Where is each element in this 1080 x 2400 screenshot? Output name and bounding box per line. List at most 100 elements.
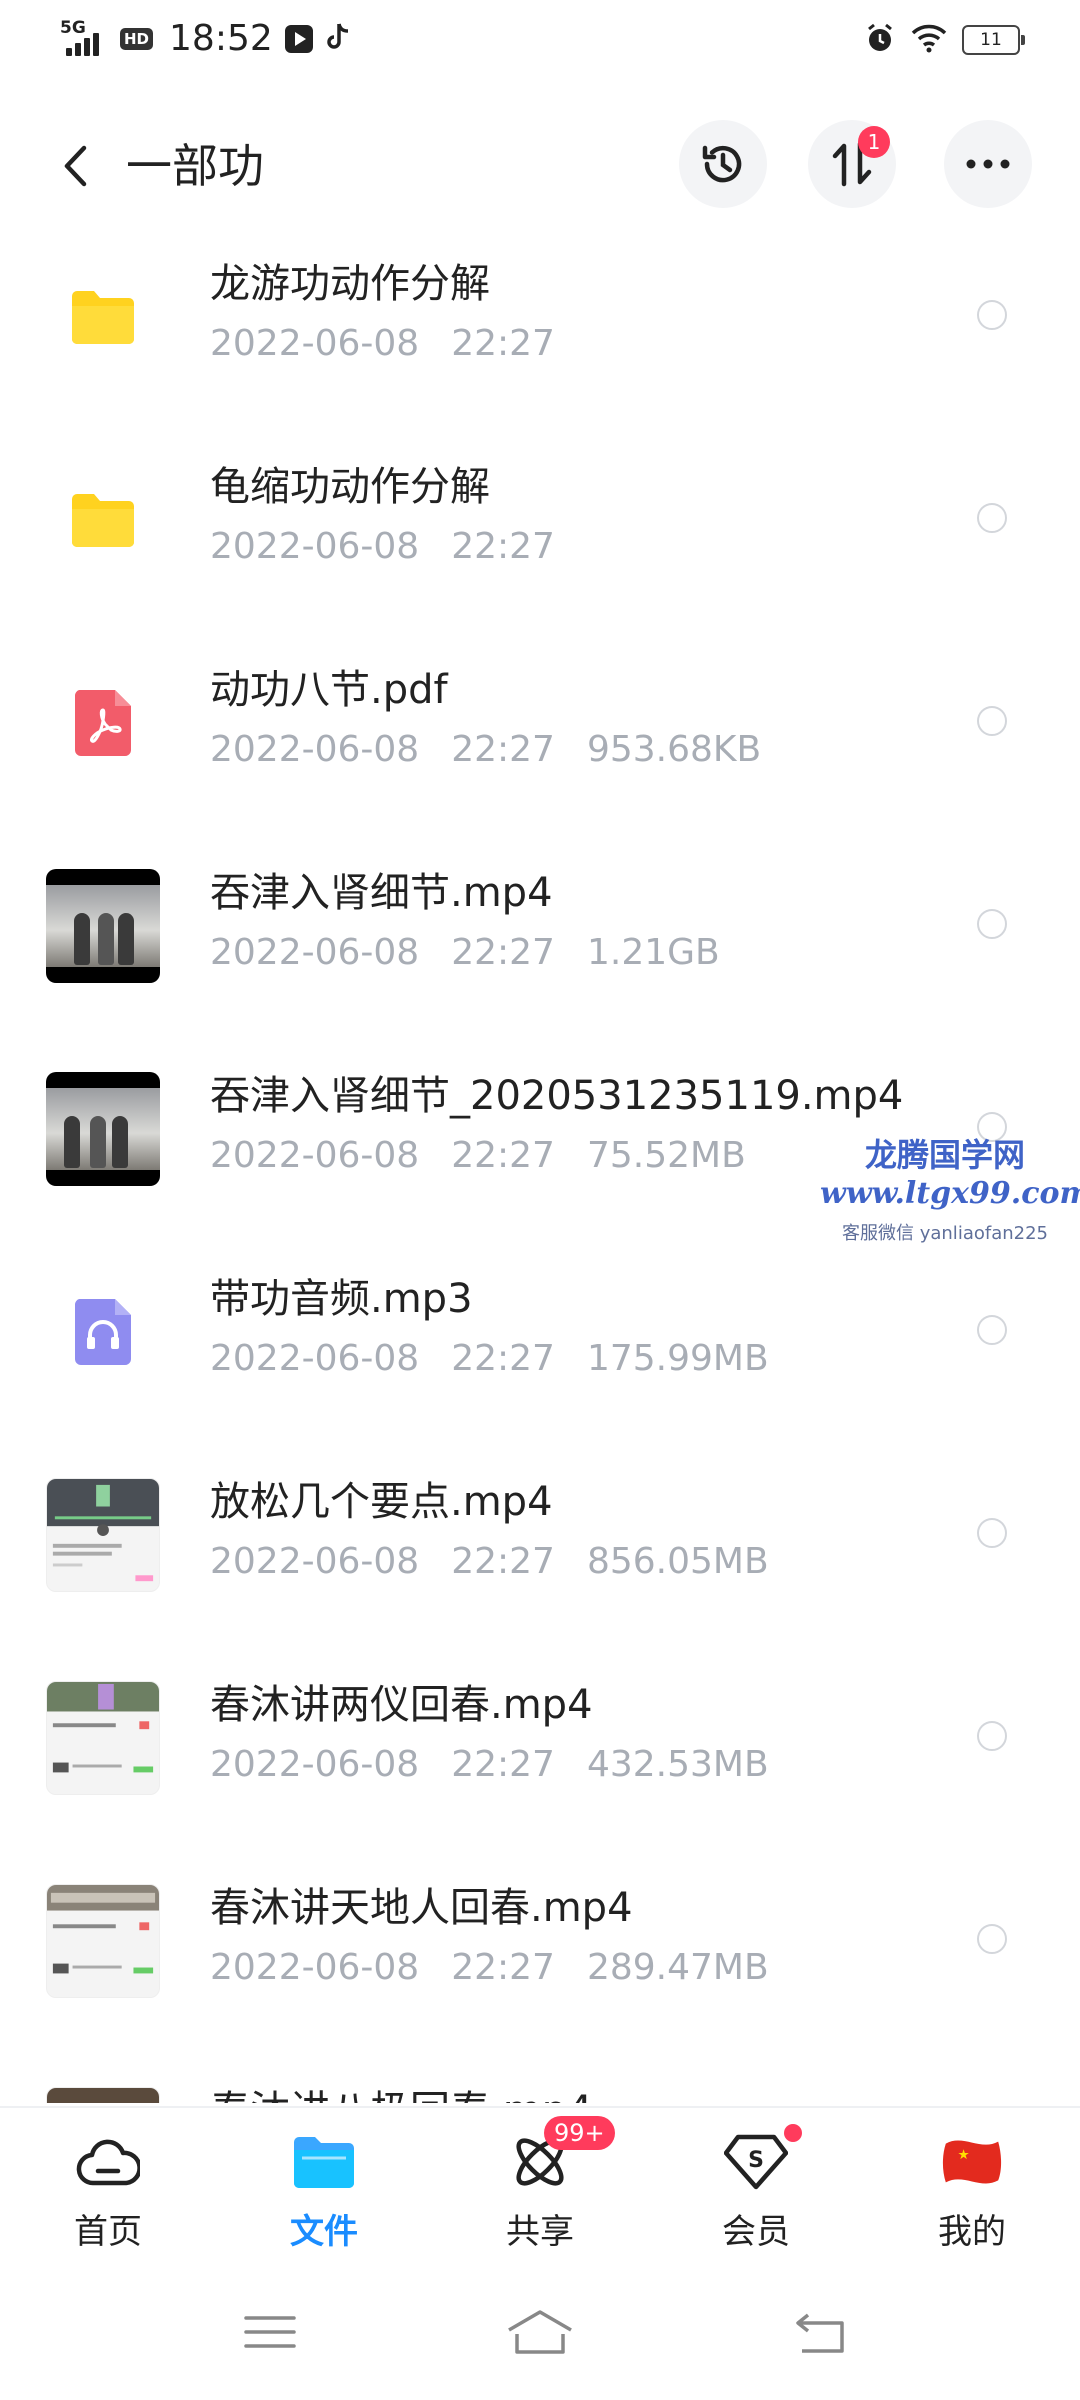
hd-badge: HD xyxy=(120,27,154,50)
home-button[interactable] xyxy=(505,2304,575,2360)
nav-item-files[interactable]: 文件 xyxy=(244,2130,404,2252)
status-bar: 5G HD 18:52 11 xyxy=(0,0,1080,80)
file-row[interactable]: 带功音频.mp3 2022-06-08 22:27 175.99MB xyxy=(0,1228,1080,1431)
file-size: 75.52MB xyxy=(586,1135,746,1176)
nav-item-me[interactable]: ★ 我的 xyxy=(892,2130,1052,2252)
select-radio[interactable] xyxy=(977,503,1007,533)
file-name: 放松几个要点.mp4 xyxy=(210,1479,553,1525)
watermark-contact: 客服微信 yanliaofan225 xyxy=(842,1223,1048,1244)
file-time: 22:27 xyxy=(451,1947,555,1988)
file-meta: 2022-06-08 22:27 xyxy=(210,523,619,571)
file-name: 吞津入肾细节_2020531235119.mp4 xyxy=(210,1073,904,1119)
tiktok-icon xyxy=(325,22,351,56)
vip-dot xyxy=(784,2124,802,2142)
file-date: 2022-06-08 xyxy=(210,526,420,567)
file-row[interactable]: 吞津入肾细节.mp4 2022-06-08 22:27 1.21GB xyxy=(0,822,1080,1025)
history-button[interactable] xyxy=(679,120,767,208)
file-date: 2022-06-08 xyxy=(210,729,420,770)
file-meta: 2022-06-08 22:27 75.52MB xyxy=(210,1132,778,1180)
file-date: 2022-06-08 xyxy=(210,323,420,364)
file-name: 带功音频.mp3 xyxy=(210,1276,473,1322)
nav-item-vip[interactable]: S 会员 xyxy=(676,2124,836,2252)
select-radio[interactable] xyxy=(977,909,1007,939)
signal-icon: 5G xyxy=(60,19,108,58)
file-date: 2022-06-08 xyxy=(210,932,420,973)
file-row[interactable]: 龟缩功动作分解 2022-06-08 22:27 xyxy=(0,416,1080,619)
vip-diamond-icon: S xyxy=(724,2124,802,2194)
file-row[interactable]: 春沐讲天地人回春.mp4 2022-06-08 22:27 289.47MB xyxy=(0,1837,1080,2040)
cloud-icon xyxy=(76,2130,140,2194)
video-app-icon xyxy=(284,24,313,53)
page-title: 一部功 xyxy=(126,139,264,193)
video-thumbnail xyxy=(46,1681,160,1795)
file-row[interactable]: 春沐讲八极回春.mp4 xyxy=(0,2040,1080,2103)
select-radio[interactable] xyxy=(977,1518,1007,1548)
back-button[interactable] xyxy=(50,138,100,194)
avatar-flag-icon: ★ xyxy=(940,2130,1004,2194)
system-nav-bar xyxy=(0,2266,1080,2400)
select-radio[interactable] xyxy=(977,300,1007,330)
video-thumbnail xyxy=(46,1478,160,1592)
folder-icon xyxy=(46,260,160,374)
svg-text:S: S xyxy=(748,2148,764,2173)
file-meta: 2022-06-08 22:27 953.68KB xyxy=(210,726,793,774)
file-time: 22:27 xyxy=(451,1135,555,1176)
video-thumbnail xyxy=(46,1884,160,1998)
folder-icon xyxy=(292,2130,356,2194)
file-time: 22:27 xyxy=(451,526,555,567)
alarm-icon xyxy=(864,22,896,58)
transfer-button[interactable]: 1 xyxy=(808,120,896,208)
video-thumbnail xyxy=(46,2087,160,2103)
select-radio[interactable] xyxy=(977,706,1007,736)
clock: 18:52 xyxy=(169,18,273,59)
bottom-nav: 首页 文件 99+ 共享 S 会员 ★ 我的 xyxy=(0,2106,1080,2268)
home-icon xyxy=(508,2310,572,2354)
file-size: 432.53MB xyxy=(586,1744,769,1785)
file-row[interactable]: 春沐讲两仪回春.mp4 2022-06-08 22:27 432.53MB xyxy=(0,1634,1080,1837)
file-name: 动功八节.pdf xyxy=(210,667,448,713)
file-meta: 2022-06-08 22:27 xyxy=(210,320,619,368)
watermark-url: www.ltgx99.com xyxy=(820,1176,1080,1211)
screen: 5G HD 18:52 11 一部功 1 龙游功动作分解 2022-06-08 … xyxy=(0,0,1080,2400)
folder-icon xyxy=(46,463,160,577)
transfer-badge: 1 xyxy=(858,126,890,158)
back-nav-button[interactable] xyxy=(785,2304,855,2360)
audio-file-icon xyxy=(46,1275,160,1389)
video-thumbnail xyxy=(46,869,160,983)
file-size: 1.21GB xyxy=(586,932,720,973)
nav-item-share[interactable]: 99+ 共享 xyxy=(460,2116,620,2252)
status-left: 5G HD 18:52 xyxy=(60,18,351,59)
history-icon xyxy=(702,145,742,183)
file-name: 龟缩功动作分解 xyxy=(210,464,490,510)
file-row[interactable]: 放松几个要点.mp4 2022-06-08 22:27 856.05MB xyxy=(0,1431,1080,1634)
select-radio[interactable] xyxy=(977,1315,1007,1345)
file-size: 856.05MB xyxy=(586,1541,769,1582)
file-size: 175.99MB xyxy=(586,1338,769,1379)
more-icon xyxy=(966,159,1010,169)
share-badge: 99+ xyxy=(544,2116,615,2150)
file-meta: 2022-06-08 22:27 289.47MB xyxy=(210,1944,801,1992)
file-time: 22:27 xyxy=(451,1744,555,1785)
file-date: 2022-06-08 xyxy=(210,1744,420,1785)
nav-item-home[interactable]: 首页 xyxy=(28,2130,188,2252)
wifi-icon xyxy=(910,23,948,57)
file-row[interactable]: 龙游功动作分解 2022-06-08 22:27 xyxy=(0,213,1080,416)
menu-icon xyxy=(244,2316,296,2348)
file-name: 春沐讲天地人回春.mp4 xyxy=(210,1885,633,1931)
file-row[interactable]: 动功八节.pdf 2022-06-08 22:27 953.68KB xyxy=(0,619,1080,822)
file-meta: 2022-06-08 22:27 432.53MB xyxy=(210,1741,801,1789)
watermark: 龙腾国学网 www.ltgx99.com 客服微信 yanliaofan225 xyxy=(820,1130,1080,1245)
file-name: 龙游功动作分解 xyxy=(210,261,490,307)
more-button[interactable] xyxy=(944,120,1032,208)
select-radio[interactable] xyxy=(977,1924,1007,1954)
battery-indicator: 11 xyxy=(962,25,1025,55)
nav-label-share: 共享 xyxy=(506,2212,574,2252)
file-size: 953.68KB xyxy=(586,729,762,770)
video-thumbnail xyxy=(46,1072,160,1186)
file-date: 2022-06-08 xyxy=(210,1541,420,1582)
file-time: 22:27 xyxy=(451,932,555,973)
select-radio[interactable] xyxy=(977,1721,1007,1751)
nav-label-files: 文件 xyxy=(290,2212,358,2252)
menu-button[interactable] xyxy=(235,2304,305,2360)
file-date: 2022-06-08 xyxy=(210,1338,420,1379)
